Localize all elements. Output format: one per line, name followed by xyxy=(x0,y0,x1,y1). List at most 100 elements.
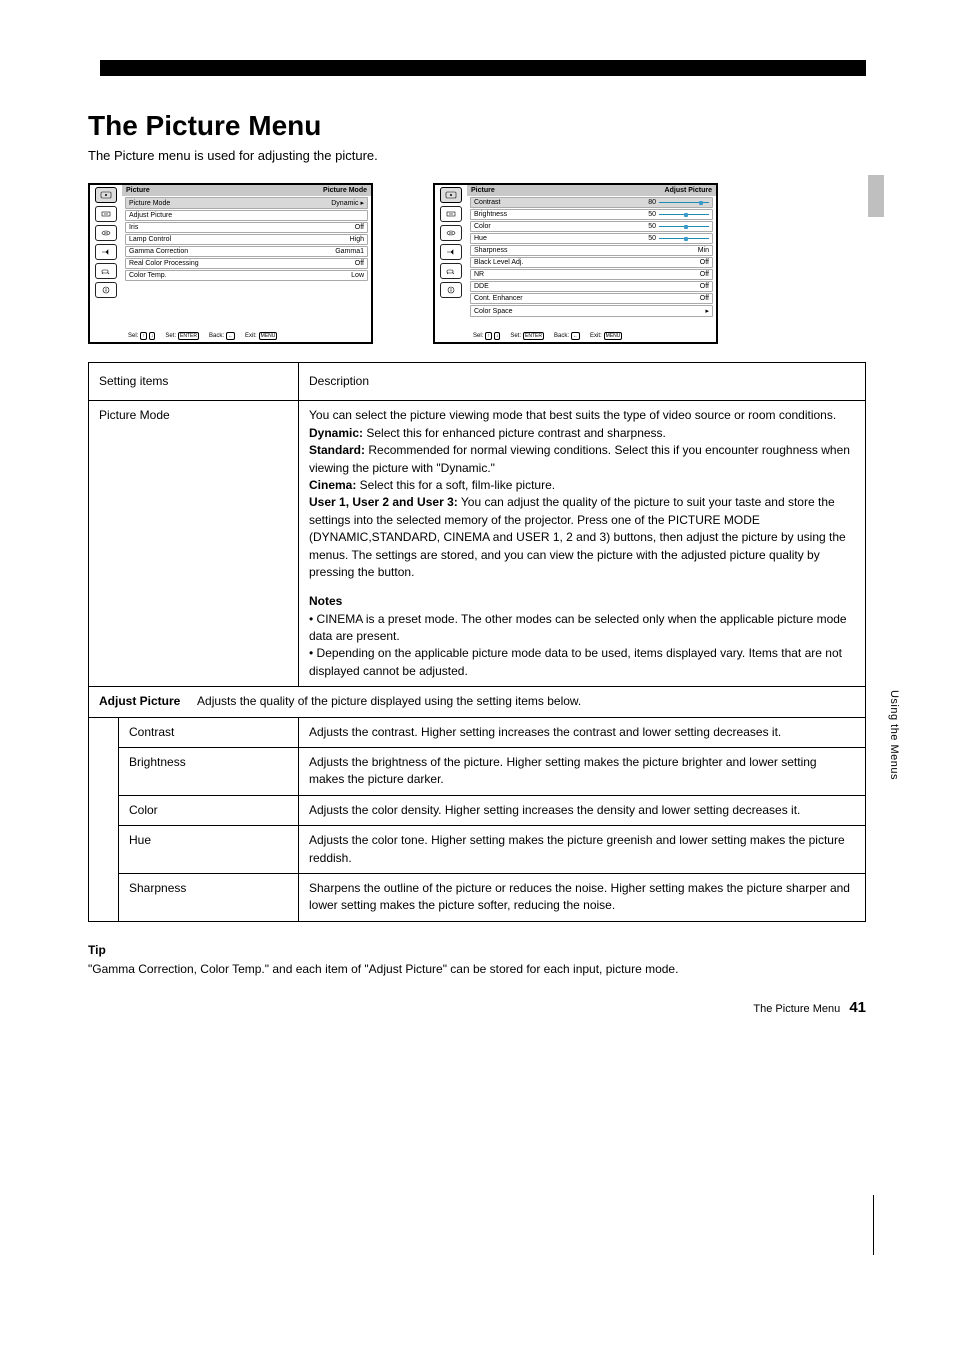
menu-row-value: Off xyxy=(700,259,709,266)
menu-row-label: Adjust Picture xyxy=(129,212,172,219)
panel-legend: Sel:↑↓ Set:ENTER Back:← Exit:MENU xyxy=(435,330,716,340)
panel-sidebar-icons xyxy=(90,185,122,330)
standard-desc: Recommended for normal viewing condition… xyxy=(309,443,850,474)
menu-row-hue: Hue 50 xyxy=(470,233,713,244)
menu-row-label: Sharpness xyxy=(474,247,507,254)
menu-row-sharpness: Sharpness Min xyxy=(470,245,713,256)
tip-block: Tip "Gamma Correction, Color Temp." and … xyxy=(88,942,866,979)
tip-title: Tip xyxy=(88,942,866,959)
legend-set-label: Set: xyxy=(165,333,176,339)
slider-hue xyxy=(659,236,709,242)
gray-side-tab xyxy=(868,175,884,217)
menu-row-label: Iris xyxy=(129,224,138,231)
installation-icon xyxy=(440,263,462,279)
menu-row-label: DDE xyxy=(474,283,489,290)
section-black-bar xyxy=(100,60,866,76)
menu-row-gamma: Gamma Correction Gamma1 xyxy=(125,246,368,257)
menu-row-label: Cont. Enhancer xyxy=(474,295,523,302)
menu-row-value: Min xyxy=(698,247,709,254)
enter-key-icon: ENTER xyxy=(178,332,199,340)
picture-mode-intro: You can select the picture viewing mode … xyxy=(309,407,855,424)
menu-row-value: High xyxy=(350,236,364,243)
legend-set-label: Set: xyxy=(510,333,521,339)
arrow-left-icon: ← xyxy=(226,332,235,340)
menu-row-black-level: Black Level Adj. Off xyxy=(470,257,713,268)
slider-contrast xyxy=(659,200,709,206)
menu-row-label: Black Level Adj. xyxy=(474,259,523,266)
panel-sidebar-icons xyxy=(435,185,467,330)
footer-section-name: The Picture Menu xyxy=(753,1003,840,1015)
function-icon xyxy=(95,244,117,260)
menu-row-value: Off xyxy=(700,283,709,290)
note-2: • Depending on the applicable picture mo… xyxy=(309,645,855,680)
menu-row-value: Low xyxy=(351,272,364,279)
menu-row-label: Brightness xyxy=(474,211,507,218)
hue-desc: Adjusts the color tone. Higher setting m… xyxy=(299,826,866,874)
page-subtitle: The Picture menu is used for adjusting t… xyxy=(88,148,866,163)
function-icon xyxy=(440,244,462,260)
menu-panels-row: Picture Picture Mode Picture Mode Dynami… xyxy=(88,183,866,344)
menu-row-adjust-picture: Adjust Picture xyxy=(125,210,368,221)
slider-color xyxy=(659,224,709,230)
indent-cell xyxy=(89,717,119,921)
menu-row-label: Real Color Processing xyxy=(129,260,199,267)
chevron-right-icon xyxy=(360,199,364,207)
adjust-picture-label: Adjust Picture xyxy=(99,694,180,708)
menu-row-label: Hue xyxy=(474,235,487,242)
right-panel-category: Adjust Picture xyxy=(665,187,712,194)
arrow-down-icon: ↓ xyxy=(149,332,156,340)
picture-menu-panel-left: Picture Picture Mode Picture Mode Dynami… xyxy=(88,183,373,344)
adjust-picture-row: Adjust Picture Adjusts the quality of th… xyxy=(89,687,866,717)
notes-label: Notes xyxy=(309,594,342,608)
arrow-up-icon: ↑ xyxy=(485,332,492,340)
menu-row-label: Lamp Control xyxy=(129,236,171,243)
menu-row-label: Picture Mode xyxy=(129,200,170,207)
menu-row-label: Color Temp. xyxy=(129,272,167,279)
contrast-desc: Adjusts the contrast. Higher setting inc… xyxy=(299,717,866,747)
menu-row-label: Contrast xyxy=(474,199,500,206)
menu-row-value: 80 xyxy=(648,199,656,206)
menu-row-cont-enhancer: Cont. Enhancer Off xyxy=(470,293,713,304)
setup-icon xyxy=(440,225,462,241)
enter-key-icon: ENTER xyxy=(523,332,544,340)
information-icon xyxy=(95,282,117,298)
tip-body: "Gamma Correction, Color Temp." and each… xyxy=(88,961,866,978)
right-panel-title: Picture xyxy=(471,187,495,194)
legend-exit-label: Exit: xyxy=(245,333,257,339)
menu-row-value: Off xyxy=(355,260,364,267)
legend-back-label: Back: xyxy=(209,333,224,339)
menu-row-label: NR xyxy=(474,271,484,278)
menu-key-icon: MENU xyxy=(604,332,623,340)
menu-row-label: Gamma Correction xyxy=(129,248,188,255)
footer-divider xyxy=(873,1195,874,1255)
picture-mode-desc: You can select the picture viewing mode … xyxy=(299,401,866,687)
adjust-picture-desc: Adjusts the quality of the picture displ… xyxy=(197,694,581,708)
page-footer: The Picture Menu 41 xyxy=(88,999,866,1016)
menu-row-value: Off xyxy=(700,295,709,302)
information-icon xyxy=(440,282,462,298)
contrast-label: Contrast xyxy=(119,717,299,747)
menu-row-color: Color 50 xyxy=(470,221,713,232)
menu-row-value: Gamma1 xyxy=(335,248,364,255)
menu-row-label: Color xyxy=(474,223,491,230)
sharpness-desc: Sharpens the outline of the picture or r… xyxy=(299,873,866,921)
page-number: 41 xyxy=(849,999,866,1016)
menu-row-iris: Iris Off xyxy=(125,222,368,233)
menu-row-brightness: Brightness 50 xyxy=(470,209,713,220)
menu-row-contrast: Contrast 80 xyxy=(470,197,713,208)
picture-icon xyxy=(95,187,117,203)
menu-row-label: Color Space xyxy=(474,308,513,315)
legend-exit-label: Exit: xyxy=(590,333,602,339)
sharpness-label: Sharpness xyxy=(119,873,299,921)
menu-row-rcp: Real Color Processing Off xyxy=(125,258,368,269)
screen-icon xyxy=(95,206,117,222)
menu-row-picture-mode: Picture Mode Dynamic xyxy=(125,197,368,209)
user-name: User 1, User 2 and User 3: xyxy=(309,495,458,509)
arrow-left-icon: ← xyxy=(571,332,580,340)
menu-row-color-space: Color Space xyxy=(470,305,713,317)
brightness-desc: Adjusts the brightness of the picture. H… xyxy=(299,748,866,796)
settings-table: Setting items Description Picture Mode Y… xyxy=(88,362,866,922)
legend-sel-label: Sel: xyxy=(473,333,483,339)
arrow-down-icon: ↓ xyxy=(494,332,501,340)
color-desc: Adjusts the color density. Higher settin… xyxy=(299,795,866,825)
